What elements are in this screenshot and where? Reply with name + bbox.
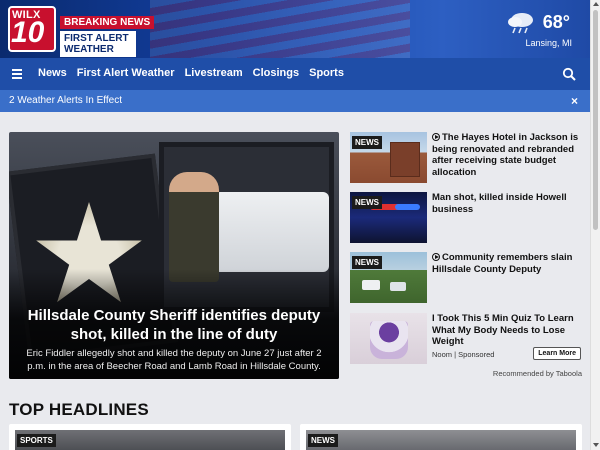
story-tag: NEWS	[352, 136, 382, 149]
scroll-down-icon[interactable]	[593, 443, 599, 447]
weather-alerts-text[interactable]: 2 Weather Alerts In Effect	[9, 95, 122, 106]
taboola-credit[interactable]: Recommended by Taboola	[350, 369, 582, 378]
nav-item-first-alert-weather[interactable]: First Alert Weather	[77, 67, 175, 79]
nav-links: News First Alert Weather Livestream Clos…	[38, 67, 344, 79]
weather-alerts-bar[interactable]: 2 Weather Alerts In Effect ×	[0, 90, 590, 112]
story-thumbnail[interactable]: NEWS	[350, 192, 427, 243]
sponsored-thumbnail[interactable]	[350, 313, 427, 364]
search-icon[interactable]	[562, 67, 576, 81]
logo-number: 10	[11, 16, 45, 49]
nav-item-news[interactable]: News	[38, 67, 67, 79]
story-item[interactable]: NEWS The Hayes Hotel in Jackson is being…	[350, 132, 582, 184]
nav-item-sports[interactable]: Sports	[309, 67, 344, 79]
wilx-logo[interactable]: WILX 10	[8, 6, 56, 52]
weather-temperature: 68°	[542, 12, 570, 32]
page-scrollbar[interactable]	[590, 0, 600, 450]
story-tag: NEWS	[352, 256, 382, 269]
story-item[interactable]: NEWS Man shot, killed inside Howell busi…	[350, 192, 582, 244]
card-tag: NEWS	[308, 434, 338, 447]
story-headline[interactable]: I Took This 5 Min Quiz To Learn What My …	[432, 313, 582, 348]
card-image	[306, 430, 576, 450]
main-nav: News First Alert Weather Livestream Clos…	[0, 58, 590, 90]
story-thumbnail[interactable]: NEWS	[350, 132, 427, 183]
headline-card[interactable]: NEWS	[300, 424, 582, 450]
breaking-news-tag: BREAKING NEWS	[60, 16, 155, 29]
weather-widget[interactable]: 68° Lansing, MI	[506, 8, 576, 52]
sponsor-meta: Noom | Sponsored	[432, 350, 495, 359]
first-alert-weather-tag: FIRST ALERT WEATHER	[60, 31, 136, 57]
nav-item-closings[interactable]: Closings	[253, 67, 299, 79]
story-thumbnail[interactable]: NEWS	[350, 252, 427, 303]
cloud-rain-icon	[508, 13, 533, 34]
sponsor-name: Noom	[432, 350, 453, 359]
play-icon	[432, 133, 440, 141]
story-title-text: The Hayes Hotel in Jackson is being reno…	[432, 132, 579, 178]
story-title-text: Community remembers slain Hillsdale Coun…	[432, 252, 573, 275]
sponsored-story[interactable]: I Took This 5 Min Quiz To Learn What My …	[350, 313, 582, 365]
story-headline[interactable]: Community remembers slain Hillsdale Coun…	[432, 252, 582, 275]
flag-graphic	[150, 0, 410, 58]
tagline: BREAKING NEWS FIRST ALERT WEATHER	[60, 12, 155, 57]
section-title: TOP HEADLINES	[9, 400, 149, 419]
hero-description: Eric Fiddler allegedly shot and killed t…	[26, 348, 322, 372]
menu-icon[interactable]	[12, 67, 26, 81]
scroll-thumb[interactable]	[593, 10, 598, 230]
nav-item-livestream[interactable]: Livestream	[185, 67, 243, 79]
close-icon[interactable]: ×	[571, 94, 578, 108]
story-item[interactable]: NEWS Community remembers slain Hillsdale…	[350, 252, 582, 304]
weather-location: Lansing, MI	[525, 38, 572, 48]
card-tag: SPORTS	[17, 434, 56, 447]
headline-card[interactable]: SPORTS	[9, 424, 291, 450]
learn-more-button[interactable]: Learn More	[533, 347, 581, 360]
officer-graphic	[169, 172, 219, 282]
header-banner: WILX 10 BREAKING NEWS FIRST ALERT WEATHE…	[0, 0, 590, 58]
hero-headline[interactable]: Hillsdale County Sheriff identifies depu…	[19, 306, 329, 344]
patrol-car-graphic	[214, 192, 329, 272]
play-icon	[432, 253, 440, 261]
story-tag: NEWS	[352, 196, 382, 209]
hero-story[interactable]: Hillsdale County Sheriff identifies depu…	[9, 132, 339, 379]
sponsored-label: Sponsored	[458, 350, 495, 359]
story-headline[interactable]: The Hayes Hotel in Jackson is being reno…	[432, 132, 582, 178]
scroll-up-icon[interactable]	[593, 2, 599, 6]
story-headline[interactable]: Man shot, killed inside Howell business	[432, 192, 582, 215]
